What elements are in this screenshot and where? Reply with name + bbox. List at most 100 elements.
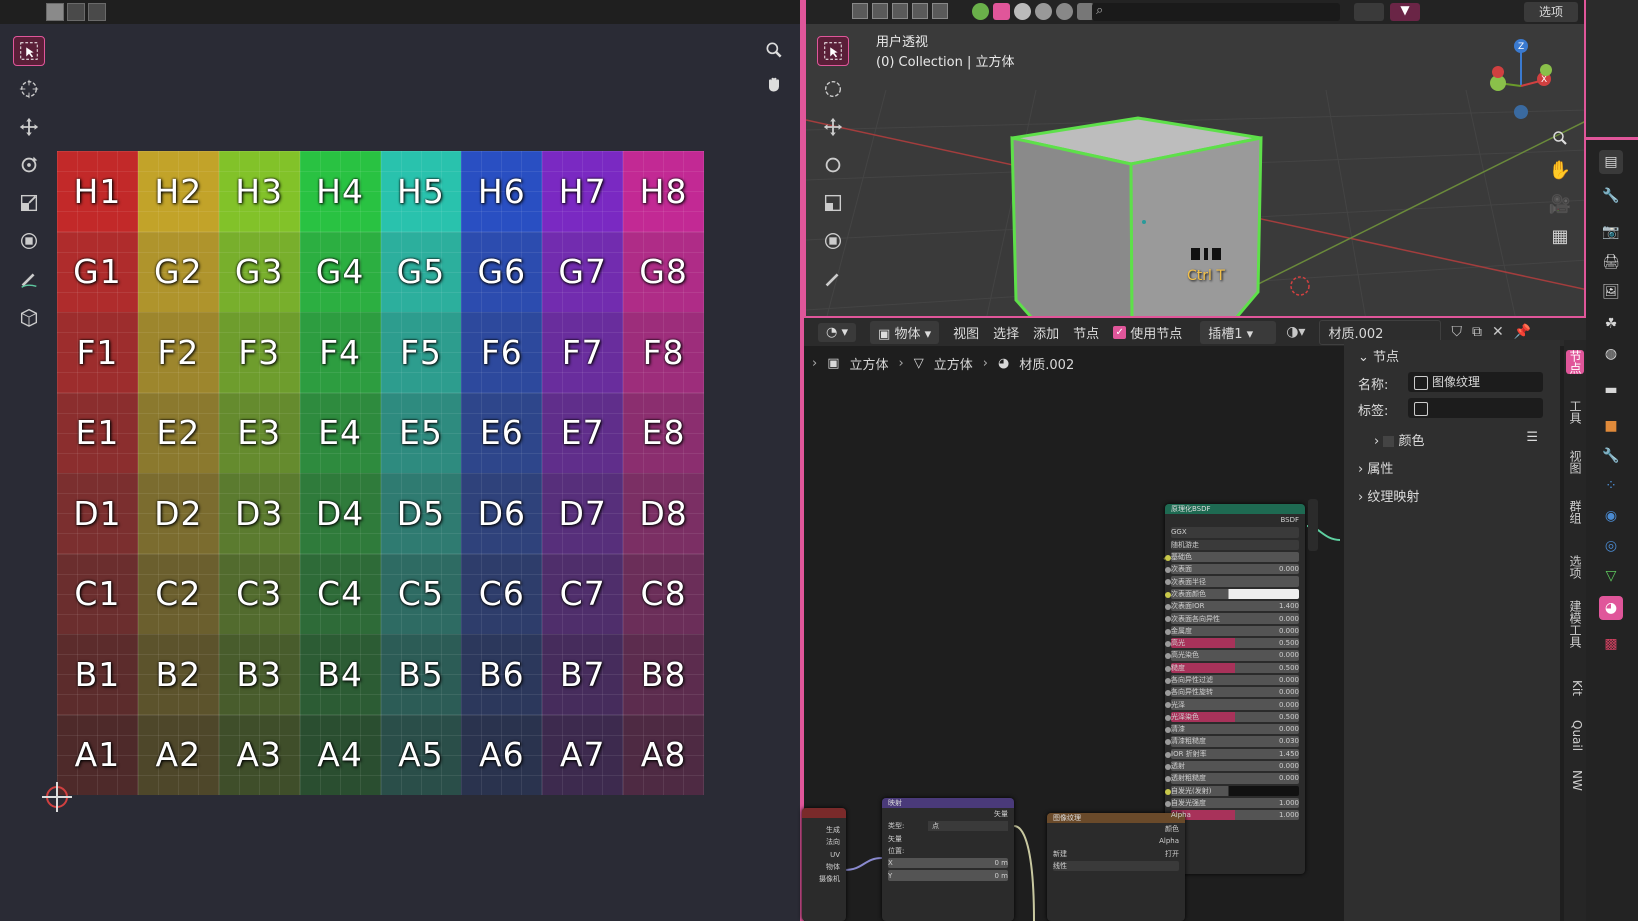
camera-view-icon[interactable]: 🎥 — [1548, 192, 1572, 216]
bsdf-input-row[interactable]: 光泽 0.000 — [1165, 698, 1305, 710]
viewport-transform-tool-icon[interactable] — [817, 226, 849, 256]
bsdf-input-row[interactable]: 金属度 0.000 — [1165, 625, 1305, 637]
texcoord-output-row[interactable]: 摄像机 — [802, 873, 846, 885]
texture-tab-icon[interactable]: ▩ — [1599, 632, 1623, 656]
bsdf-input-value[interactable]: 0.000 — [1279, 676, 1299, 684]
bsdf-input-value[interactable]: 1.000 — [1279, 799, 1299, 807]
sidebar-tab[interactable]: 建模工具 — [1566, 600, 1584, 648]
sidebar-tab[interactable]: NW — [1566, 770, 1584, 791]
node-name-field[interactable]: 图像纹理 — [1408, 372, 1543, 392]
texture-mapping-subpanel[interactable]: › 纹理映射 — [1344, 486, 1560, 505]
navigation-gizmo-icon[interactable]: Z X — [1486, 36, 1576, 126]
principled-bsdf-node[interactable]: 原理化BSDF BSDF GGX 随机游走 基础色 次表面 0.000 次表面半径 次表… — [1165, 504, 1305, 874]
bsdf-input-row[interactable]: 透射 0.000 — [1165, 760, 1305, 772]
bsdf-input-value[interactable]: 0.000 — [1279, 627, 1299, 635]
pan-hand-icon[interactable] — [762, 72, 786, 96]
node-section-header[interactable]: ⌄ 节点 — [1344, 346, 1560, 365]
bsdf-input-value[interactable]: 0.000 — [1279, 565, 1299, 573]
color-subpanel[interactable]: › 颜色 ☰ — [1344, 430, 1560, 449]
output-node-edge[interactable] — [1308, 499, 1318, 551]
bsdf-input-row[interactable]: IOR 折射率 1.450 — [1165, 748, 1305, 760]
object-tab-icon[interactable]: ■ — [1599, 414, 1623, 438]
ortho-grid-icon[interactable]: ▦ — [1548, 224, 1572, 248]
sidebar-tab[interactable]: 群组 — [1566, 500, 1584, 524]
bsdf-input-row[interactable]: 糙度 0.500 — [1165, 662, 1305, 674]
bsdf-input-value[interactable]: 0.500 — [1279, 639, 1299, 647]
sidebar-tab[interactable]: 视图 — [1566, 450, 1584, 474]
bsdf-input-row[interactable]: 次表面半径 — [1165, 575, 1305, 587]
bsdf-input-row[interactable]: 次表面各向异性 0.000 — [1165, 612, 1305, 624]
bsdf-input-row[interactable]: Alpha 1.000 — [1165, 809, 1305, 821]
pin-icon[interactable]: 📌 — [1514, 324, 1531, 340]
vertex-select-icon[interactable] — [46, 3, 64, 21]
bsdf-input-value[interactable]: 0.000 — [1279, 774, 1299, 782]
texcoord-output-row[interactable]: 生成 — [802, 824, 846, 836]
texcoord-output-row[interactable]: 物体 — [802, 861, 846, 873]
sidebar-tab[interactable]: 工具 — [1566, 400, 1584, 424]
mapping-x-field[interactable]: 0 m — [995, 859, 1009, 867]
viewport-select-tool-icon[interactable] — [817, 36, 849, 66]
sidebar-tab[interactable]: 选项 — [1566, 555, 1584, 579]
bsdf-input-row[interactable]: 高光 0.500 — [1165, 637, 1305, 649]
physics-tab-icon[interactable]: ◉ — [1599, 504, 1623, 528]
move-tool-icon[interactable] — [13, 112, 45, 142]
transform-tool-icon[interactable] — [13, 226, 45, 256]
bsdf-input-row[interactable]: 基础色 — [1165, 551, 1305, 563]
face-select-icon[interactable] — [88, 3, 106, 21]
bsdf-input-row[interactable]: 自发光强度 1.000 — [1165, 797, 1305, 809]
modifier-tab-icon[interactable]: 🔧 — [1599, 444, 1623, 468]
bsdf-input-row[interactable]: 清漆 0.000 — [1165, 723, 1305, 735]
sidebar-tab[interactable]: 节点 — [1566, 350, 1584, 374]
image-open-button[interactable]: 打开 — [1165, 849, 1179, 859]
texcoord-output-row[interactable]: UV — [802, 849, 846, 861]
bsdf-input-row[interactable]: 次表面IOR 1.400 — [1165, 600, 1305, 612]
viewport-rotate-tool-icon[interactable] — [817, 150, 849, 180]
particles-tab-icon[interactable]: ⁘ — [1599, 474, 1623, 498]
sidebar-tab[interactable]: Quail — [1566, 720, 1584, 751]
bsdf-input-row[interactable]: 透射粗糙度 0.000 — [1165, 772, 1305, 784]
duplicate-icon[interactable]: ⧉ — [1472, 324, 1482, 340]
select-tool-icon[interactable] — [13, 36, 45, 66]
bsdf-input-value[interactable]: 0.000 — [1279, 725, 1299, 733]
bsdf-input-row[interactable]: 各向异性旋转 0.000 — [1165, 686, 1305, 698]
bsdf-input-value[interactable]: 0.000 — [1279, 688, 1299, 696]
bsdf-input-row[interactable]: 高光染色 0.000 — [1165, 649, 1305, 661]
interpolation-dropdown[interactable]: 线性 — [1053, 861, 1067, 871]
list-icon[interactable]: ☰ — [1526, 430, 1538, 445]
viewport-scale-tool-icon[interactable] — [817, 188, 849, 218]
mapping-node[interactable]: 映射 矢量 类型: 点 矢量 位置: X 0 m Y 0 m — [882, 798, 1014, 921]
mapping-type-dropdown[interactable]: 点 — [928, 821, 1008, 832]
viewport-pan-icon[interactable]: ✋ — [1548, 158, 1572, 182]
bsdf-input-row[interactable]: 次表面 0.000 — [1165, 563, 1305, 575]
bsdf-input-value[interactable]: 1.000 — [1279, 811, 1299, 819]
bsdf-input-value[interactable]: 0.000 — [1279, 762, 1299, 770]
annotate-tool-icon[interactable] — [13, 264, 45, 294]
texture-coordinate-node[interactable]: 生成 法向 UV 物体 摄像机 — [802, 808, 846, 921]
bsdf-input-value[interactable]: 0.000 — [1279, 615, 1299, 623]
scale-tool-icon[interactable] — [13, 188, 45, 218]
edge-select-icon[interactable] — [67, 3, 85, 21]
texcoord-output-row[interactable]: 法向 — [802, 836, 846, 848]
material-tab-icon[interactable]: ◕ — [1599, 596, 1623, 620]
viewport-zoom-icon[interactable] — [1548, 126, 1572, 150]
viewport-annotate-tool-icon[interactable] — [817, 264, 849, 294]
tool-tab-icon[interactable]: 🔧 — [1599, 184, 1623, 208]
bsdf-input-value[interactable]: 0.500 — [1279, 664, 1299, 672]
scene-tab-icon[interactable]: ☘ — [1599, 312, 1623, 336]
node-label-field[interactable] — [1408, 398, 1543, 418]
color-checkbox[interactable] — [1383, 436, 1395, 447]
bsdf-input-value[interactable]: 1.450 — [1279, 750, 1299, 758]
bsdf-input-value[interactable]: 0.030 — [1279, 737, 1299, 745]
bsdf-input-row[interactable]: 光泽染色 0.500 — [1165, 711, 1305, 723]
output-tab-icon[interactable]: 🖨 — [1599, 250, 1623, 274]
mapping-y-field[interactable]: 0 m — [995, 872, 1009, 880]
viewport-move-tool-icon[interactable] — [817, 112, 849, 142]
rotate-tool-icon[interactable] — [13, 150, 45, 180]
constraints-tab-icon[interactable]: ◎ — [1599, 534, 1623, 558]
image-new-button[interactable]: 新建 — [1053, 849, 1067, 859]
grab-region-tool-icon[interactable] — [13, 302, 45, 332]
sidebar-tab[interactable]: Kit — [1566, 680, 1584, 696]
bsdf-input-row[interactable]: 清漆粗糙度 0.030 — [1165, 735, 1305, 747]
bsdf-input-row[interactable]: 次表面颜色 — [1165, 588, 1305, 600]
properties-subpanel[interactable]: › 属性 — [1344, 458, 1560, 477]
